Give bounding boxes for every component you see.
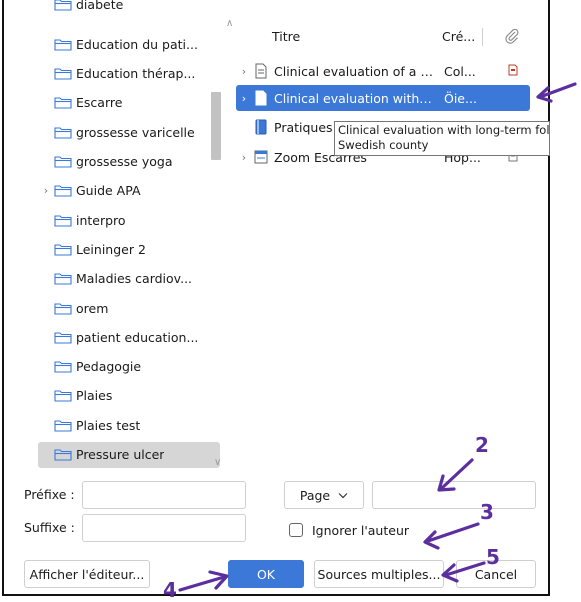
collection-item[interactable]: grossesse varicelle [38, 119, 220, 145]
folder-icon [54, 68, 72, 80]
folder-icon [54, 273, 72, 285]
tooltip-line-2: Swedish county [338, 138, 429, 152]
tooltip-line-1: Clinical evaluation with long-term foll [338, 123, 550, 137]
collection-item[interactable]: diabete [38, 0, 220, 17]
folder-icon [54, 420, 72, 432]
item-tooltip: Clinical evaluation with long-term foll … [334, 121, 550, 156]
prefix-label: Préfixe : [24, 487, 75, 502]
collection-item[interactable]: Escarre [38, 90, 220, 116]
folder-icon [54, 215, 72, 227]
chevron-right-icon[interactable]: › [236, 151, 252, 164]
item-creator: Öie... [444, 90, 477, 106]
column-header-title[interactable]: Titre [272, 29, 300, 44]
collection-tree-scrollbar[interactable] [211, 92, 221, 160]
collection-label: Pedagogie [76, 359, 142, 375]
scroll-down-arrow-icon[interactable]: ∨ [214, 457, 221, 468]
collection-label: Plaies test [76, 417, 141, 433]
collection-label: Escarre [76, 95, 123, 111]
folder-icon [54, 97, 72, 109]
annotation-label-2: 2 [475, 433, 489, 457]
items-table: Titre Cré... › Clinical evaluation of a n… [234, 0, 532, 200]
collection-label: Maladies cardiov... [76, 271, 193, 287]
collection-label: patient education... [76, 329, 199, 345]
chevron-right-icon[interactable]: › [236, 65, 252, 78]
collection-item[interactable]: Education du pati... [38, 31, 220, 57]
collection-label: Education du pati... [76, 36, 198, 52]
chevron-right-icon[interactable]: › [236, 92, 252, 105]
book-icon [255, 119, 267, 135]
collection-item[interactable]: › Guide APA [38, 178, 220, 204]
folder-icon [54, 39, 72, 51]
collection-item[interactable]: patient education... [38, 324, 220, 350]
collection-item[interactable]: Maladies cardiov... [38, 266, 220, 292]
chevron-right-icon[interactable]: › [38, 184, 54, 197]
omit-author-checkbox[interactable] [289, 523, 303, 537]
collection-item[interactable]: interpro [38, 207, 220, 233]
collection-item[interactable]: Education thérap... [38, 61, 220, 87]
folder-icon [54, 0, 72, 11]
collection-label: diabete [76, 0, 124, 12]
collection-label: grossesse yoga [76, 154, 173, 169]
item-title: Clinical evaluation of a ne... [274, 63, 434, 79]
item-title: Clinical evaluation with lo... [274, 90, 434, 106]
item-creator: Col... [444, 63, 476, 79]
annotation-label-3: 3 [480, 500, 494, 524]
webpage-icon [254, 150, 268, 164]
chevron-down-icon [338, 492, 348, 498]
collection-label: Pressure ulcer [76, 447, 165, 462]
collection-label: Guide APA [76, 183, 141, 199]
column-header-creator[interactable]: Cré... [442, 29, 475, 44]
annotation-label-5: 5 [486, 545, 500, 569]
folder-icon [54, 302, 72, 315]
collection-item[interactable]: Plaies [38, 383, 220, 409]
locator-input[interactable] [372, 481, 536, 509]
folder-icon [54, 332, 72, 344]
paperclip-icon[interactable] [504, 28, 520, 44]
folder-icon [54, 185, 72, 197]
collection-tree[interactable]: diabete Education du pati... Education thé… [20, 0, 232, 476]
item-row[interactable]: › Clinical evaluation of a ne... Col... [236, 58, 530, 84]
collection-label: orem [76, 300, 109, 316]
collection-label: interpro [76, 212, 126, 228]
annotation-label-4: 4 [163, 578, 177, 602]
locator-select-value: Page [299, 487, 331, 503]
folder-icon [54, 390, 72, 402]
pdf-icon[interactable] [508, 64, 518, 76]
collection-label: Education thérap... [76, 66, 196, 82]
suffix-input[interactable] [82, 514, 246, 542]
suffix-label: Suffixe : [24, 520, 75, 535]
collection-item[interactable]: grossesse yoga [38, 149, 220, 175]
collection-item[interactable]: orem [38, 295, 220, 321]
document-icon [255, 90, 267, 106]
show-editor-button[interactable]: Afficher l'éditeur... [24, 560, 150, 588]
folder-icon [54, 449, 72, 461]
collection-item[interactable]: Pedagogie [38, 354, 220, 380]
locator-select[interactable]: Page [284, 481, 364, 509]
document-icon [255, 63, 267, 79]
column-divider[interactable] [482, 28, 483, 46]
folder-icon [54, 156, 72, 168]
collection-item[interactable]: Leininger 2 [38, 236, 220, 262]
folder-icon [54, 244, 72, 256]
ok-button[interactable]: OK [228, 560, 304, 588]
prefix-input[interactable] [82, 481, 246, 509]
collection-item[interactable]: Pressure ulcer [38, 441, 220, 468]
item-row[interactable]: › Clinical evaluation with lo... Öie... [236, 85, 530, 111]
multiple-sources-button[interactable]: Sources multiples... [314, 560, 444, 588]
collection-label: Leininger 2 [76, 241, 146, 257]
omit-author-label[interactable]: Ignorer l'auteur [312, 523, 409, 538]
folder-icon [54, 361, 72, 373]
collection-label: grossesse varicelle [76, 124, 195, 140]
scroll-up-arrow-icon[interactable]: ∧ [226, 18, 233, 29]
items-table-header: Titre Cré... [234, 26, 532, 48]
collection-item[interactable]: Plaies test [38, 412, 220, 438]
folder-icon [54, 127, 72, 139]
collection-label: Plaies [76, 388, 113, 404]
